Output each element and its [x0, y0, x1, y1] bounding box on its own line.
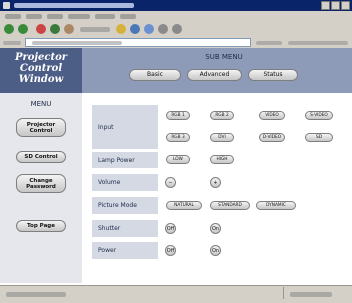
address-label	[3, 41, 21, 45]
refresh-icon[interactable]	[50, 24, 60, 34]
sidebar-item-top-page[interactable]: Top Page	[16, 220, 66, 232]
row-label-power: Power	[92, 242, 158, 259]
input-rgb1-button[interactable]: RGB 1	[166, 111, 190, 120]
sidebar-title: MENU	[30, 100, 52, 108]
home-icon[interactable]	[64, 24, 74, 34]
status-zone	[290, 292, 332, 297]
input-rgb2-button[interactable]: RGB 2	[210, 111, 234, 120]
mail-icon[interactable]	[158, 24, 168, 34]
back-icon[interactable]	[4, 24, 14, 34]
picture-mode-standard-button[interactable]: STANDARD	[210, 201, 250, 210]
input-dvideo-button[interactable]: D-VIDEO	[259, 133, 285, 142]
menu-item[interactable]	[5, 14, 21, 19]
volume-down-button[interactable]: −	[165, 177, 176, 188]
power-off-button[interactable]: Off	[165, 245, 176, 256]
window-title-text	[14, 3, 134, 8]
lamp-low-button[interactable]: LOW	[166, 155, 190, 164]
lamp-high-button[interactable]: HIGH	[210, 155, 234, 164]
tab-basic[interactable]: Basic	[129, 69, 181, 81]
logo-text: Projector Control Window	[14, 52, 68, 85]
row-label-lamp-power: Lamp Power	[92, 152, 158, 168]
menu-item[interactable]	[47, 14, 63, 19]
volume-up-button[interactable]: +	[210, 177, 221, 188]
tab-advanced[interactable]: Advanced	[187, 69, 242, 81]
picture-mode-natural-button[interactable]: NATURAL	[166, 201, 202, 210]
sidebar-item-projector-control[interactable]: Projector Control	[16, 118, 66, 137]
address-url	[32, 41, 122, 45]
picture-mode-dynamic-button[interactable]: DYNAMIC	[256, 201, 296, 210]
status-text	[6, 292, 66, 297]
sidebar-item-change-password[interactable]: Change Password	[16, 174, 66, 193]
input-dvi-button[interactable]: DVI	[210, 133, 234, 142]
stop-icon[interactable]	[36, 24, 46, 34]
maximize-icon[interactable]	[331, 1, 340, 10]
history-icon[interactable]	[144, 24, 154, 34]
sidebar-item-sd-control[interactable]: SD Control	[16, 151, 66, 163]
browser-app-icon	[3, 2, 10, 9]
row-label-shutter: Shutter	[92, 220, 158, 237]
favorites-icon[interactable]	[116, 24, 126, 34]
status-divider	[283, 287, 284, 299]
row-label-input: Input	[92, 105, 158, 149]
shutter-off-button[interactable]: Off	[165, 223, 176, 234]
print-icon[interactable]	[172, 24, 182, 34]
shutter-on-button[interactable]: On	[210, 223, 221, 234]
row-label-picture-mode: Picture Mode	[92, 197, 158, 214]
menu-item[interactable]	[95, 14, 115, 19]
close-icon[interactable]	[341, 1, 350, 10]
links-bar[interactable]	[288, 41, 348, 45]
menu-item[interactable]	[26, 14, 42, 19]
power-on-button[interactable]: On	[210, 245, 221, 256]
forward-icon[interactable]	[18, 24, 28, 34]
minimize-icon[interactable]	[321, 1, 330, 10]
input-rgb3-button[interactable]: RGB 3	[166, 133, 190, 142]
row-label-volume: Volume	[92, 174, 158, 191]
menu-item[interactable]	[120, 14, 136, 19]
go-button[interactable]	[256, 41, 282, 45]
search-button[interactable]	[80, 27, 110, 32]
tab-status[interactable]: Status	[248, 69, 298, 81]
media-icon[interactable]	[130, 24, 140, 34]
input-video-button[interactable]: VIDEO	[259, 111, 285, 120]
input-sd-button[interactable]: SD	[305, 133, 333, 142]
input-svideo-button[interactable]: S-VIDEO	[305, 111, 333, 120]
menu-item[interactable]	[68, 14, 90, 19]
submenu-title: SUB MENU	[205, 53, 243, 61]
